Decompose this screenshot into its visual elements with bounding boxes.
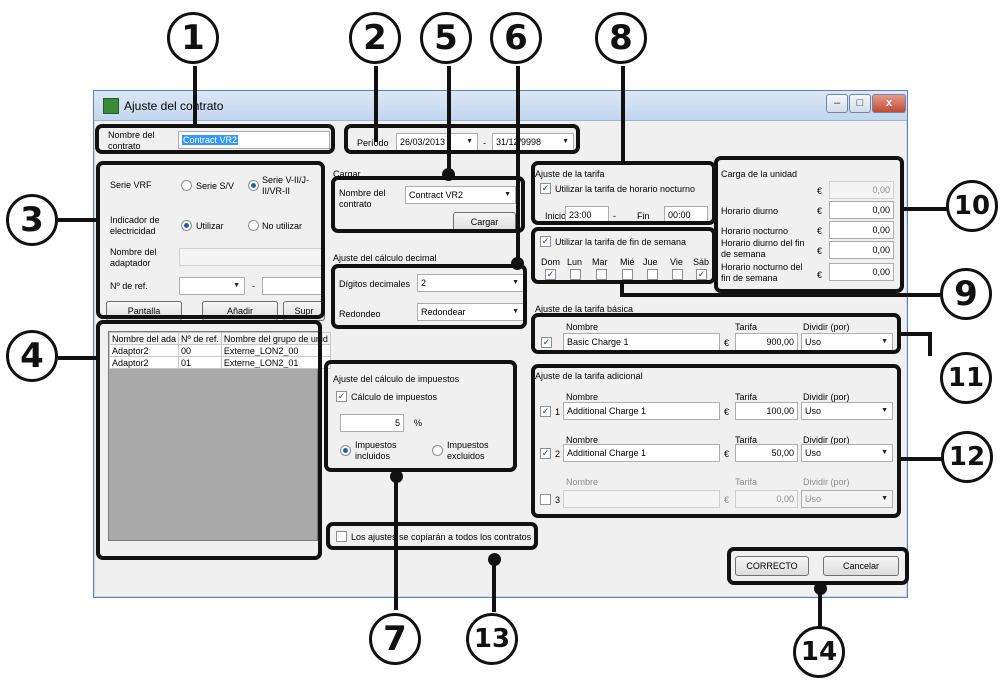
highlight-5 — [331, 176, 525, 233]
callout-number-3: 3 — [6, 194, 58, 246]
callout-line-8 — [621, 66, 625, 162]
callout-line-9b — [620, 293, 940, 297]
callout-line-11b — [928, 332, 932, 356]
highlight-3 — [96, 161, 325, 319]
callout-number-14: 14 — [793, 626, 845, 678]
minimize-button[interactable]: – — [826, 94, 848, 113]
highlight-8 — [531, 161, 716, 225]
callout-line-1 — [193, 66, 197, 126]
callout-line-2 — [374, 66, 378, 142]
highlight-2 — [344, 124, 580, 154]
callout-number-11: 11 — [940, 352, 992, 404]
highlight-14 — [727, 547, 909, 585]
callout-number-7: 7 — [369, 613, 421, 665]
callout-dot-6 — [511, 257, 524, 270]
callout-number-10: 10 — [946, 180, 998, 232]
callout-line-7 — [394, 480, 398, 610]
callout-number-9: 9 — [940, 268, 992, 320]
callout-number-4: 4 — [6, 330, 58, 382]
callout-line-11a — [900, 332, 930, 336]
callout-dot-5 — [442, 168, 455, 181]
app-icon — [103, 98, 119, 114]
title-bar: Ajuste del contrato – □ x — [94, 91, 907, 121]
callout-number-2: 2 — [349, 12, 401, 64]
highlight-10 — [714, 156, 904, 293]
window-title: Ajuste del contrato — [124, 99, 224, 113]
callout-line-13 — [492, 560, 496, 612]
callout-line-3 — [58, 218, 98, 222]
callout-number-5: 5 — [420, 12, 472, 64]
highlight-12 — [531, 364, 901, 518]
highlight-13 — [326, 522, 538, 550]
callout-number-8: 8 — [595, 12, 647, 64]
callout-line-4 — [58, 356, 98, 360]
decimal-title: Ajuste del cálculo decimal — [333, 253, 437, 263]
callout-line-6 — [516, 66, 520, 262]
highlight-6 — [331, 264, 527, 329]
highlight-9 — [531, 227, 716, 284]
callout-number-6: 6 — [490, 12, 542, 64]
callout-number-13: 13 — [466, 613, 518, 665]
highlight-4 — [96, 320, 322, 560]
highlight-11 — [531, 313, 901, 354]
highlight-7 — [324, 360, 517, 472]
highlight-1 — [95, 124, 335, 154]
callout-number-1: 1 — [167, 12, 219, 64]
callout-line-12 — [899, 457, 943, 461]
close-button[interactable]: x — [872, 94, 906, 113]
callout-line-10 — [902, 207, 948, 211]
callout-line-5 — [447, 66, 451, 174]
callout-number-12: 12 — [941, 431, 993, 483]
callout-line-14 — [818, 590, 822, 630]
maximize-button[interactable]: □ — [849, 94, 871, 113]
